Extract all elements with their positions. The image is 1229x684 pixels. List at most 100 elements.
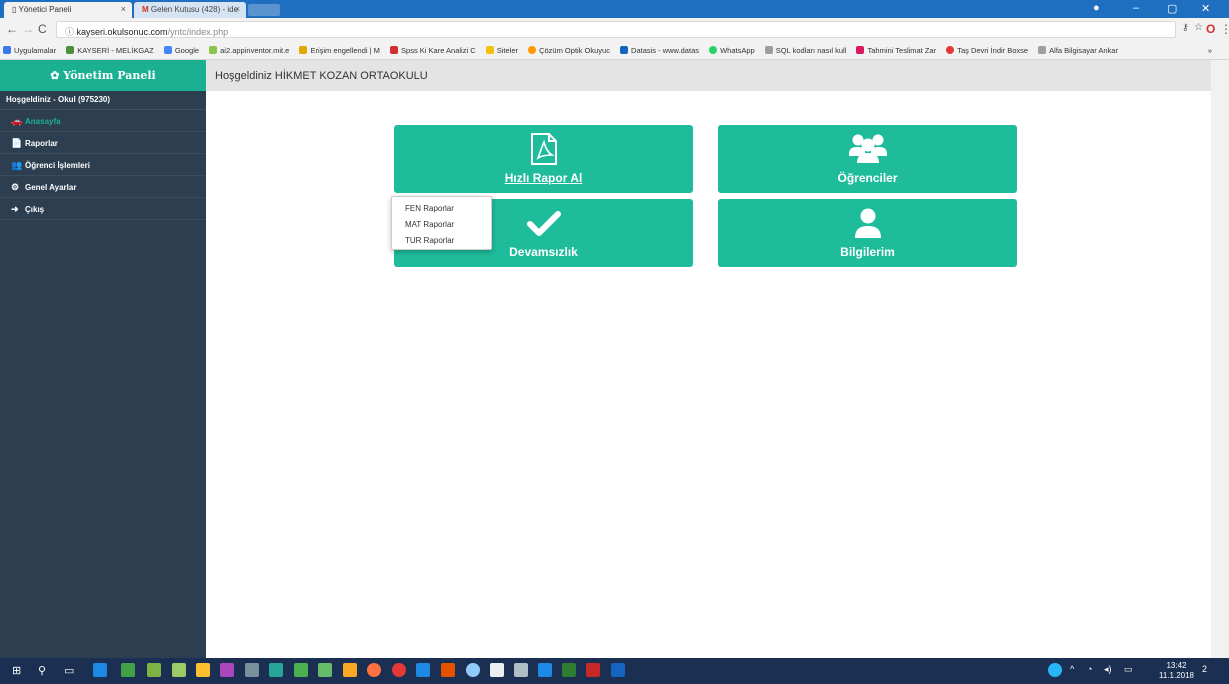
url-input[interactable]: ⓘ kayseri.okulsonuc.com/yntc/index.php: [56, 21, 1176, 38]
app-icon[interactable]: [343, 663, 357, 677]
app-icon[interactable]: [466, 663, 480, 677]
page-title: Hoşgeldiniz HİKMET KOZAN ORTAOKULU: [206, 60, 1229, 91]
students-label: Öğrenciler: [837, 171, 898, 185]
sidebar-item-anasayfa[interactable]: 🚗 Anasayfa: [0, 110, 206, 132]
clock-date: 11.1.2018: [1159, 671, 1194, 680]
bookmark-tas-devri[interactable]: Taş Devri İndir Boxse: [946, 46, 1028, 55]
windows-start-icon[interactable]: ⊞: [12, 664, 21, 677]
bookmark-cozum[interactable]: Çözüm Optik Okuyuc: [528, 46, 610, 55]
bookmark-spss[interactable]: Spss Ki Kare Analizi C: [390, 46, 476, 55]
close-tab-icon[interactable]: ×: [121, 4, 126, 14]
menu-item-tur-raporlar[interactable]: TUR Raporlar: [392, 234, 491, 250]
bookmark-appinventor[interactable]: ai2.appinventor.mit.e: [209, 46, 289, 55]
ie-icon[interactable]: [538, 663, 552, 677]
students-card[interactable]: Öğrenciler: [718, 125, 1017, 193]
url-path: /yntc/index.php: [167, 27, 229, 37]
store-icon[interactable]: [196, 663, 210, 677]
users-icon: [848, 134, 887, 163]
excel-icon[interactable]: [562, 663, 576, 677]
edge-icon[interactable]: [93, 663, 107, 677]
tab-gmail[interactable]: M Gelen Kutusu (428) - ide ×: [134, 2, 246, 18]
whatsapp-icon: [709, 46, 718, 54]
sidebar-item-raporlar[interactable]: 📄 Raporlar: [0, 132, 206, 154]
bookmark-label: Erişim engellendi | M: [310, 46, 380, 55]
word-icon[interactable]: [611, 663, 625, 677]
chevron-up-icon[interactable]: ^: [1070, 664, 1074, 674]
sidebar-item-ogrenci-islemleri[interactable]: 👥 Öğrenci İşlemleri: [0, 154, 206, 176]
star-icon[interactable]: ☆: [1194, 22, 1203, 33]
app-icon[interactable]: [220, 663, 234, 677]
illustrator-icon[interactable]: [441, 663, 455, 677]
url-host: kayseri.okulsonuc.com: [76, 27, 168, 37]
search-icon[interactable]: ⚲: [38, 664, 46, 677]
app-icon[interactable]: [416, 663, 430, 677]
my-info-card[interactable]: Bilgilerim: [718, 199, 1017, 267]
bookmark-label: SQL kodları nasıl kull: [775, 46, 847, 55]
sidebar-welcome: Hoşgeldiniz - Okul (975230): [0, 91, 206, 110]
bookmark-tahmini[interactable]: Tahmini Teslimat Zar: [856, 46, 936, 55]
bookmarks-bar: Uygulamalar KAYSERİ - MELİKGAZ Google ai…: [0, 42, 1229, 60]
network-icon[interactable]: ◔: [1087, 664, 1092, 674]
opera-icon[interactable]: O: [1206, 22, 1215, 36]
scrollbar[interactable]: [1211, 60, 1229, 658]
app-icon[interactable]: [514, 663, 528, 677]
bookmark-apps[interactable]: Uygulamalar: [3, 46, 56, 55]
bookmark-siteler[interactable]: Siteler: [485, 46, 518, 55]
bookmark-datasis[interactable]: Datasis - www.datas: [620, 46, 699, 55]
firefox-icon[interactable]: [367, 663, 381, 677]
chrome-icon[interactable]: [392, 663, 406, 677]
bookmark-kayseri[interactable]: KAYSERİ - MELİKGAZ: [66, 46, 154, 55]
bookmark-label: WhatsApp: [720, 46, 755, 55]
app-icon[interactable]: [172, 663, 186, 677]
dreamweaver-icon[interactable]: [318, 663, 332, 677]
mail-icon[interactable]: [490, 663, 504, 677]
site-icon: [528, 46, 537, 54]
site-icon: [66, 46, 75, 54]
bookmark-label: Siteler: [496, 46, 518, 55]
page-icon: [1038, 46, 1047, 54]
forward-icon[interactable]: →: [22, 22, 34, 36]
tab-yonetici-paneli[interactable]: ▯ Yönetici Paneli ×: [4, 2, 132, 18]
notifications-icon[interactable]: 2: [1202, 664, 1207, 674]
app-icon[interactable]: [269, 663, 283, 677]
menu-item-mat-raporlar[interactable]: MAT Raporlar: [392, 218, 491, 234]
close-window-button[interactable]: ✕: [1201, 2, 1210, 15]
gmail-icon: M: [142, 5, 151, 14]
explorer-icon[interactable]: [121, 663, 135, 677]
bookmark-alfa[interactable]: Alfa Bilgisayar Ankar: [1038, 46, 1118, 55]
bookmark-sql[interactable]: SQL kodları nasıl kull: [764, 46, 847, 55]
bookmark-erisim[interactable]: Erişim engellendi | M: [299, 46, 380, 55]
bookmark-google[interactable]: Google: [163, 46, 199, 55]
app-icon[interactable]: [245, 663, 259, 677]
sidebar-item-label: Anasayfa: [25, 117, 61, 126]
help-icon[interactable]: [1048, 663, 1062, 677]
menu-icon[interactable]: ⋮: [1220, 22, 1229, 36]
task-view-icon[interactable]: ▭: [64, 664, 74, 677]
app-icon[interactable]: [147, 663, 161, 677]
back-icon[interactable]: ←: [6, 22, 18, 36]
quick-report-card[interactable]: Hızlı Rapor Al: [394, 125, 693, 193]
minimize-button[interactable]: –: [1133, 2, 1139, 14]
sidebar-item-genel-ayarlar[interactable]: ⚙ Genel Ayarlar: [0, 176, 206, 198]
apps-icon: [3, 46, 11, 54]
fireworks-icon[interactable]: [294, 663, 308, 677]
bookmark-label: Spss Ki Kare Analizi C: [401, 46, 476, 55]
maximize-button[interactable]: ▢: [1167, 2, 1177, 15]
profile-icon[interactable]: ●: [1093, 2, 1100, 14]
sidebar-item-label: Raporlar: [25, 139, 58, 148]
volume-icon[interactable]: ◂): [1104, 664, 1112, 675]
close-tab-icon[interactable]: ×: [235, 4, 240, 14]
sidebar-item-cikis[interactable]: ➜ Çıkış: [0, 198, 206, 220]
menu-item-fen-raporlar[interactable]: FEN Raporlar: [392, 202, 491, 218]
reload-icon[interactable]: C: [38, 22, 47, 36]
bookmark-whatsapp[interactable]: WhatsApp: [709, 46, 755, 55]
access-icon[interactable]: [586, 663, 600, 677]
bookmark-label: KAYSERİ - MELİKGAZ: [77, 46, 154, 55]
folder-icon: [485, 46, 494, 54]
keyboard-icon[interactable]: ▭: [1124, 664, 1133, 675]
site-icon: [209, 46, 218, 54]
bookmarks-more-button[interactable]: »: [1208, 46, 1212, 55]
clock[interactable]: 13:42 11.1.2018: [1159, 661, 1194, 681]
key-icon[interactable]: ⚷: [1182, 22, 1189, 33]
new-tab-button[interactable]: [248, 4, 280, 16]
